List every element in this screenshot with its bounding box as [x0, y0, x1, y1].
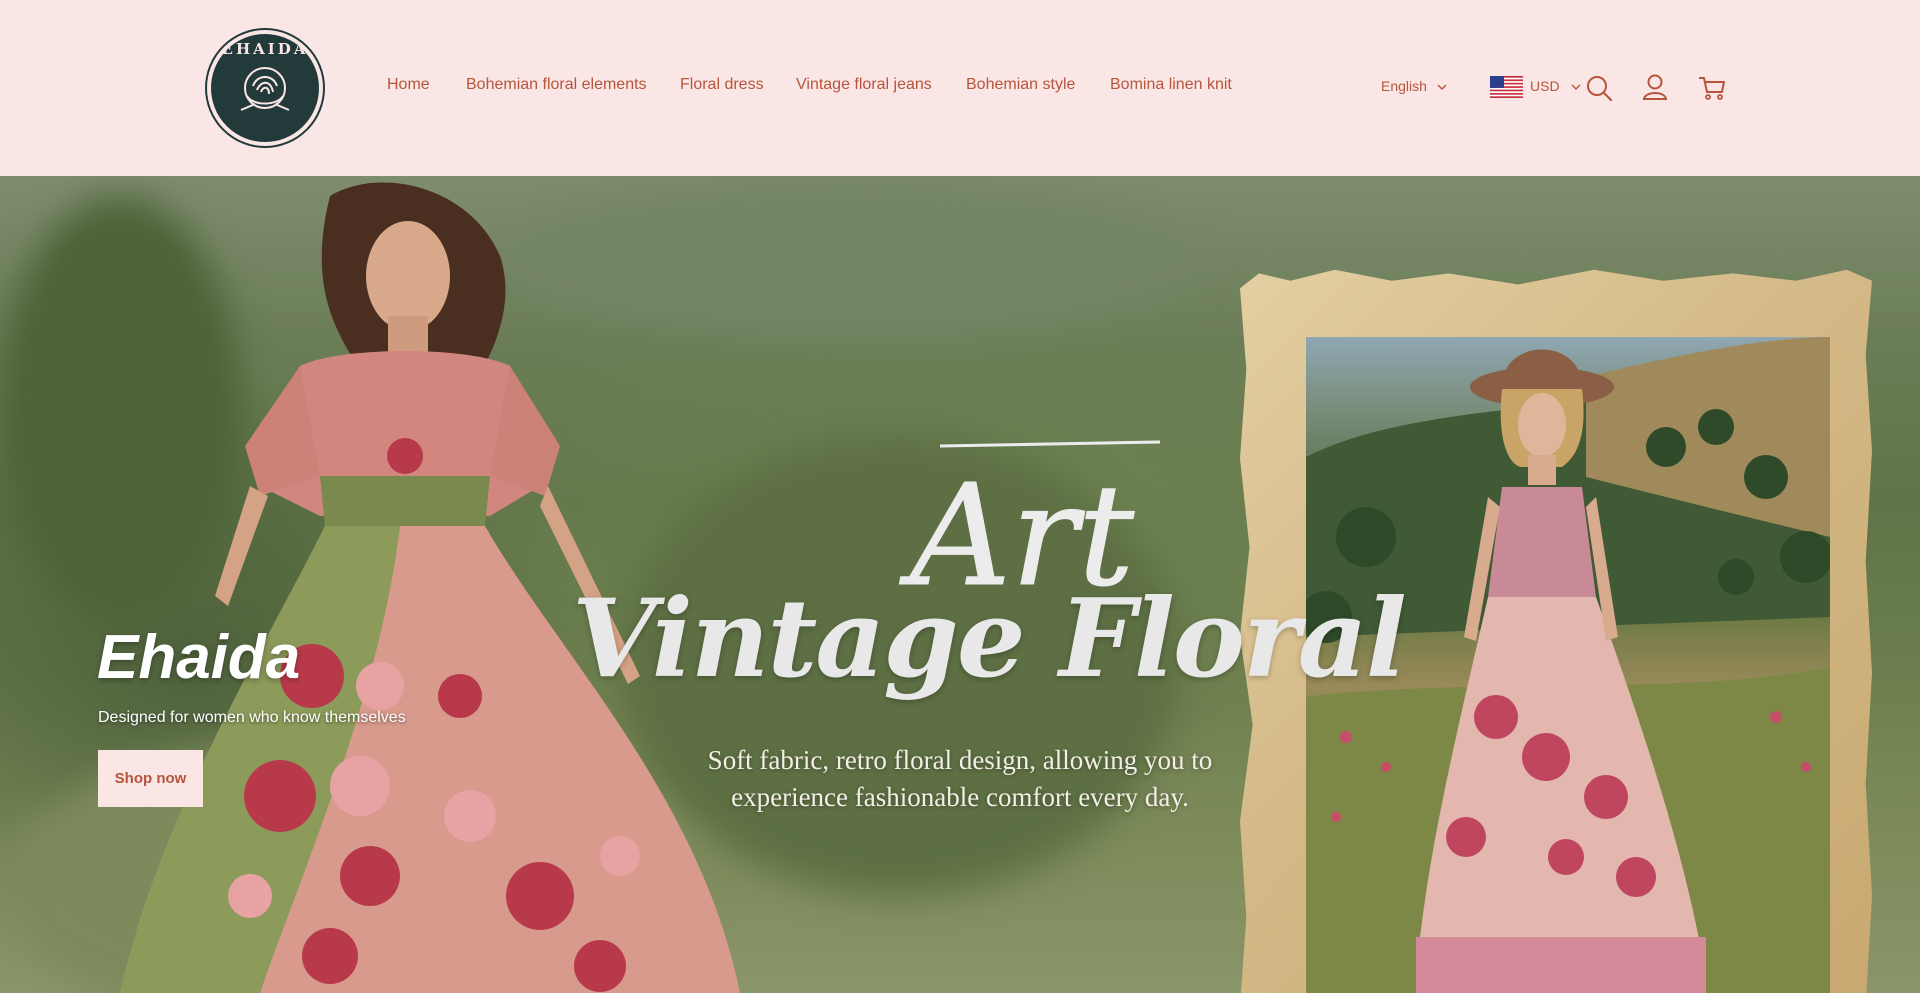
logo-wordmark: EHAIDA	[221, 40, 309, 58]
language-label: English	[1381, 78, 1427, 94]
rose-logo-icon	[240, 67, 290, 111]
brand-title: Ehaida	[97, 623, 301, 692]
brand-logo[interactable]: EHAIDA	[207, 30, 323, 146]
hero-subtitle: Soft fabric, retro floral design, allowi…	[707, 745, 1213, 812]
chevron-down-icon	[1571, 84, 1581, 90]
chevron-down-icon	[1437, 84, 1447, 90]
nav-item-home[interactable]: Home	[387, 76, 430, 94]
hero-banner: Art Vintage Floral Soft fabric, retro fl…	[0, 176, 1920, 993]
nav-item-bomina-linen-knit[interactable]: Bomina linen knit	[1110, 76, 1232, 94]
nav-item-bohemian-style[interactable]: Bohemian style	[966, 76, 1075, 94]
account-icon[interactable]	[1640, 72, 1670, 102]
us-flag-icon	[1490, 76, 1523, 98]
currency-label: USD	[1530, 78, 1560, 94]
cart-icon[interactable]	[1697, 73, 1727, 103]
search-icon[interactable]	[1584, 73, 1614, 103]
site-header: EHAIDA Home Bohemian floral elements Flo…	[0, 0, 1920, 176]
hero-headline: Vintage Floral	[572, 576, 1407, 702]
brand-tagline: Designed for women who know themselves	[98, 709, 406, 726]
nav-item-vintage-floral-jeans[interactable]: Vintage floral jeans	[796, 76, 932, 94]
nav-item-floral-dress[interactable]: Floral dress	[680, 76, 764, 94]
nav-item-bohemian-floral-elements[interactable]: Bohemian floral elements	[466, 76, 647, 94]
shop-now-button[interactable]: Shop now	[98, 750, 203, 807]
